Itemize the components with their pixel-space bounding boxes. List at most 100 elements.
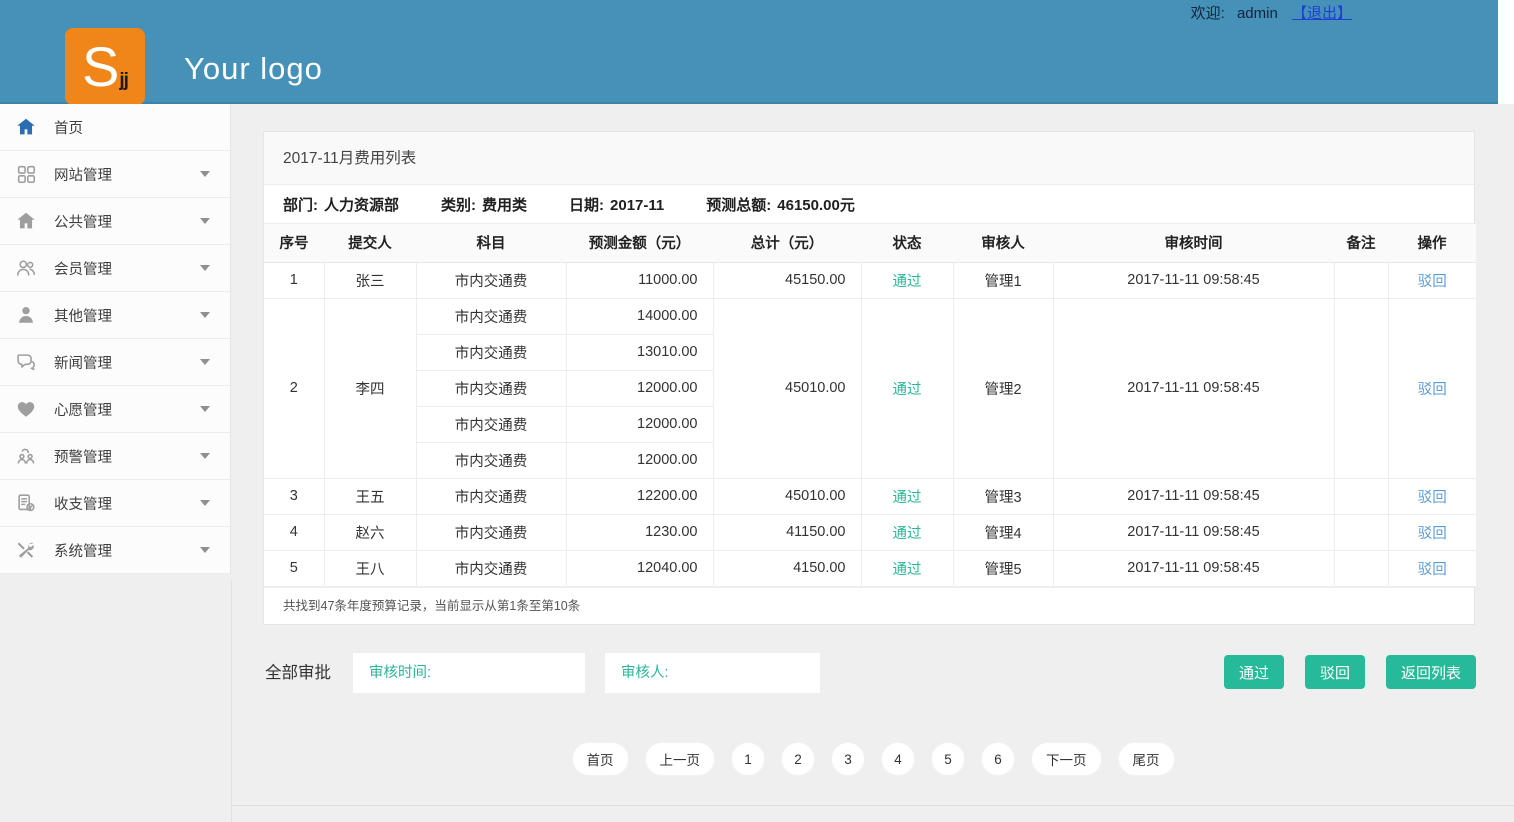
status-link[interactable]: 通过 [893,490,922,506]
reject-link[interactable]: 驳回 [1418,274,1447,290]
tools-icon [14,538,38,562]
cell-auditor: 管理2 [953,298,1053,478]
cell-amount: 13010.00 [566,334,713,370]
cell-total: 41150.00 [713,514,861,550]
approval-buttons: 通过 驳回 返回列表 [1224,655,1476,689]
chevron-down-icon [200,453,210,459]
sidebar-item-warning-mgmt[interactable]: 预警管理 [0,433,230,480]
chevron-down-icon [200,406,210,412]
logo-letter: S [82,39,119,95]
col-header-status: 状态 [861,224,953,262]
cell-auditor: 管理3 [953,478,1053,514]
sidebar-item-other-mgmt[interactable]: 其他管理 [0,292,230,339]
pass-button[interactable]: 通过 [1224,655,1284,689]
sidebar-item-home[interactable]: 首页 [0,104,230,151]
cell-no: 1 [264,262,324,298]
cell-no: 3 [264,478,324,514]
cell-remark [1334,478,1388,514]
cell-total: 4150.00 [713,550,861,586]
reject-link[interactable]: 驳回 [1418,490,1447,506]
reject-link[interactable]: 驳回 [1418,382,1447,398]
alert-group-icon [14,444,38,468]
welcome-bar: 欢迎: admin 【退出】 [1191,2,1352,23]
cell-total: 45150.00 [713,262,861,298]
fee-table: 序号 提交人 科目 预测金额（元） 总计（元） 状态 审核人 审核时间 备注 操… [264,224,1476,587]
sidebar-item-finance-mgmt[interactable]: 收支管理 [0,480,230,527]
col-header-action: 操作 [1388,224,1476,262]
back-to-list-button[interactable]: 返回列表 [1386,655,1476,689]
status-link[interactable]: 通过 [893,562,922,578]
sidebar-item-news-mgmt[interactable]: 新闻管理 [0,339,230,386]
sidebar-item-member-mgmt[interactable]: 会员管理 [0,245,230,292]
sidebar-item-label: 收支管理 [54,493,112,514]
sidebar-divider [231,579,232,822]
info-forecast-total: 预测总额:46150.00元 [706,194,855,215]
page-last[interactable]: 尾页 [1118,742,1175,776]
cell-subject: 市内交通费 [416,406,566,442]
table-row: 1 张三 市内交通费 11000.00 45150.00 通过 管理1 2017… [264,262,1476,298]
page-6[interactable]: 6 [981,742,1015,776]
cell-submitter: 王八 [324,550,416,586]
logo-text: Your logo [184,51,323,87]
sidebar-item-public-mgmt[interactable]: 公共管理 [0,198,230,245]
top-header: S jj Your logo 欢迎: admin 【退出】 [0,0,1498,104]
cell-remark [1334,514,1388,550]
logout-link[interactable]: 【退出】 [1292,5,1352,22]
reject-button[interactable]: 驳回 [1305,655,1365,689]
auditor-input[interactable] [605,653,820,693]
sidebar-item-label: 公共管理 [54,211,112,232]
cell-audit-time: 2017-11-11 09:58:45 [1053,514,1334,550]
audit-time-input[interactable] [353,653,585,693]
cell-subject: 市内交通费 [416,442,566,478]
cell-subject: 市内交通费 [416,478,566,514]
page-prev[interactable]: 上一页 [645,742,716,776]
cell-amount: 1230.00 [566,514,713,550]
sidebar-item-system-mgmt[interactable]: 系统管理 [0,527,230,574]
cell-subject: 市内交通费 [416,298,566,334]
cell-no: 2 [264,298,324,478]
sidebar-item-site-mgmt[interactable]: 网站管理 [0,151,230,198]
status-link[interactable]: 通过 [893,274,922,290]
page-5[interactable]: 5 [931,742,965,776]
batch-approval-bar: 全部审批 通过 驳回 返回列表 [265,652,1476,694]
home-icon [14,209,38,233]
page-4[interactable]: 4 [881,742,915,776]
cell-amount: 12000.00 [566,442,713,478]
status-link[interactable]: 通过 [893,382,922,398]
status-link[interactable]: 通过 [893,526,922,542]
chevron-down-icon [200,312,210,318]
pagination: 首页 上一页 1 2 3 4 5 6 下一页 尾页 [232,742,1514,776]
page-next[interactable]: 下一页 [1031,742,1102,776]
cell-auditor: 管理4 [953,514,1053,550]
logo-badge: S jj [65,28,145,105]
cell-amount: 12000.00 [566,370,713,406]
sidebar-item-label: 网站管理 [54,164,112,185]
cell-remark [1334,262,1388,298]
sidebar-item-wish-mgmt[interactable]: 心愿管理 [0,386,230,433]
home-icon [14,115,38,139]
page-1[interactable]: 1 [731,742,765,776]
cell-subject: 市内交通费 [416,550,566,586]
reject-link[interactable]: 驳回 [1418,562,1447,578]
cell-amount: 12040.00 [566,550,713,586]
reject-link[interactable]: 驳回 [1418,526,1447,542]
cell-amount: 14000.00 [566,298,713,334]
cell-audit-time: 2017-11-11 09:58:45 [1053,298,1334,478]
sidebar-item-label: 心愿管理 [54,399,112,420]
scrollbar-track [1498,0,1514,104]
cell-amount: 12200.00 [566,478,713,514]
cell-submitter: 王五 [324,478,416,514]
page-3[interactable]: 3 [831,742,865,776]
cell-submitter: 赵六 [324,514,416,550]
col-header-amount: 预测金额（元） [566,224,713,262]
page-first[interactable]: 首页 [572,742,629,776]
page-2[interactable]: 2 [781,742,815,776]
info-department: 部门:人力资源部 [283,194,399,215]
cell-no: 4 [264,514,324,550]
batch-approval-label: 全部审批 [265,652,331,694]
cell-total: 45010.00 [713,298,861,478]
sidebar-item-label: 系统管理 [54,540,112,561]
welcome-label: 欢迎: [1191,5,1225,22]
cell-subject: 市内交通费 [416,334,566,370]
table-row: 2 李四 市内交通费 14000.00 45010.00 通过 管理2 2017… [264,298,1476,334]
